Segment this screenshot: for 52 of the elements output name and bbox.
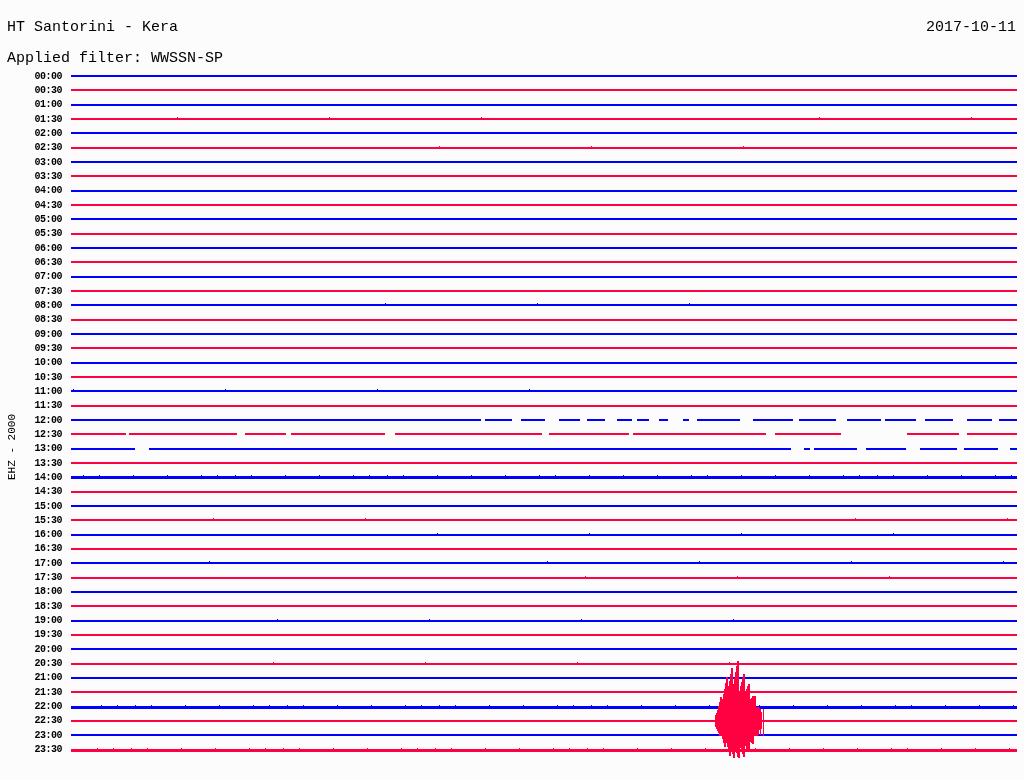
time-label: 13:30 — [33, 457, 62, 469]
time-label: 07:30 — [33, 285, 62, 297]
time-label: 15:30 — [33, 514, 62, 526]
time-label: 16:30 — [33, 543, 62, 555]
time-label: 18:30 — [33, 600, 62, 612]
time-label: 02:00 — [33, 127, 62, 139]
time-label: 00:30 — [33, 85, 62, 96]
time-label: 13:00 — [33, 443, 62, 455]
time-label: 21:30 — [33, 686, 62, 698]
time-label: 17:30 — [33, 572, 62, 584]
time-label: 19:00 — [33, 615, 62, 627]
time-label: 12:00 — [33, 414, 62, 426]
time-label: 09:30 — [33, 342, 62, 354]
time-label: 16:00 — [33, 529, 62, 541]
time-label: 22:00 — [33, 701, 62, 713]
time-label: 06:00 — [33, 242, 62, 254]
time-label: 22:30 — [33, 715, 62, 727]
time-label: 06:30 — [33, 256, 62, 268]
time-label: 20:30 — [33, 658, 62, 670]
time-label: 05:00 — [33, 213, 62, 225]
time-label: 10:30 — [33, 371, 62, 383]
station-title: HT Santorini - Kera — [7, 19, 179, 38]
time-label: 04:30 — [33, 199, 62, 211]
time-label: 01:30 — [33, 113, 62, 125]
time-label: 14:00 — [33, 471, 62, 483]
time-label: 18:00 — [33, 586, 62, 598]
time-label: 04:00 — [33, 185, 62, 197]
time-label: 00:00 — [33, 70, 62, 82]
time-label: 08:30 — [33, 314, 62, 326]
time-label: 11:00 — [33, 385, 62, 397]
time-label: 08:00 — [33, 299, 62, 311]
time-label: 15:00 — [33, 500, 62, 512]
time-label: 03:00 — [33, 156, 62, 168]
time-label: 03:30 — [33, 170, 62, 182]
time-label: 11:30 — [33, 400, 62, 412]
time-label: 14:30 — [33, 486, 62, 498]
time-label: 19:30 — [33, 629, 62, 641]
time-label: 09:00 — [33, 328, 62, 340]
time-label: 05:30 — [33, 228, 62, 240]
filter-label: Applied filter: WWSSN-SP — [7, 50, 224, 67]
time-label: 23:00 — [33, 729, 62, 741]
channel-axis-label: EHZ - 2000 — [6, 414, 18, 480]
date-label: 2017-10-11 — [926, 19, 1016, 38]
time-label: 12:30 — [33, 428, 62, 440]
time-label: 20:00 — [33, 643, 62, 655]
time-label: 07:00 — [33, 271, 62, 283]
time-label: 21:00 — [33, 672, 62, 684]
time-label: 17:00 — [33, 557, 62, 569]
time-label: 23:30 — [33, 744, 62, 756]
time-label: 02:30 — [33, 142, 62, 154]
time-label: 01:00 — [33, 99, 62, 111]
time-label: 10:00 — [33, 357, 62, 369]
